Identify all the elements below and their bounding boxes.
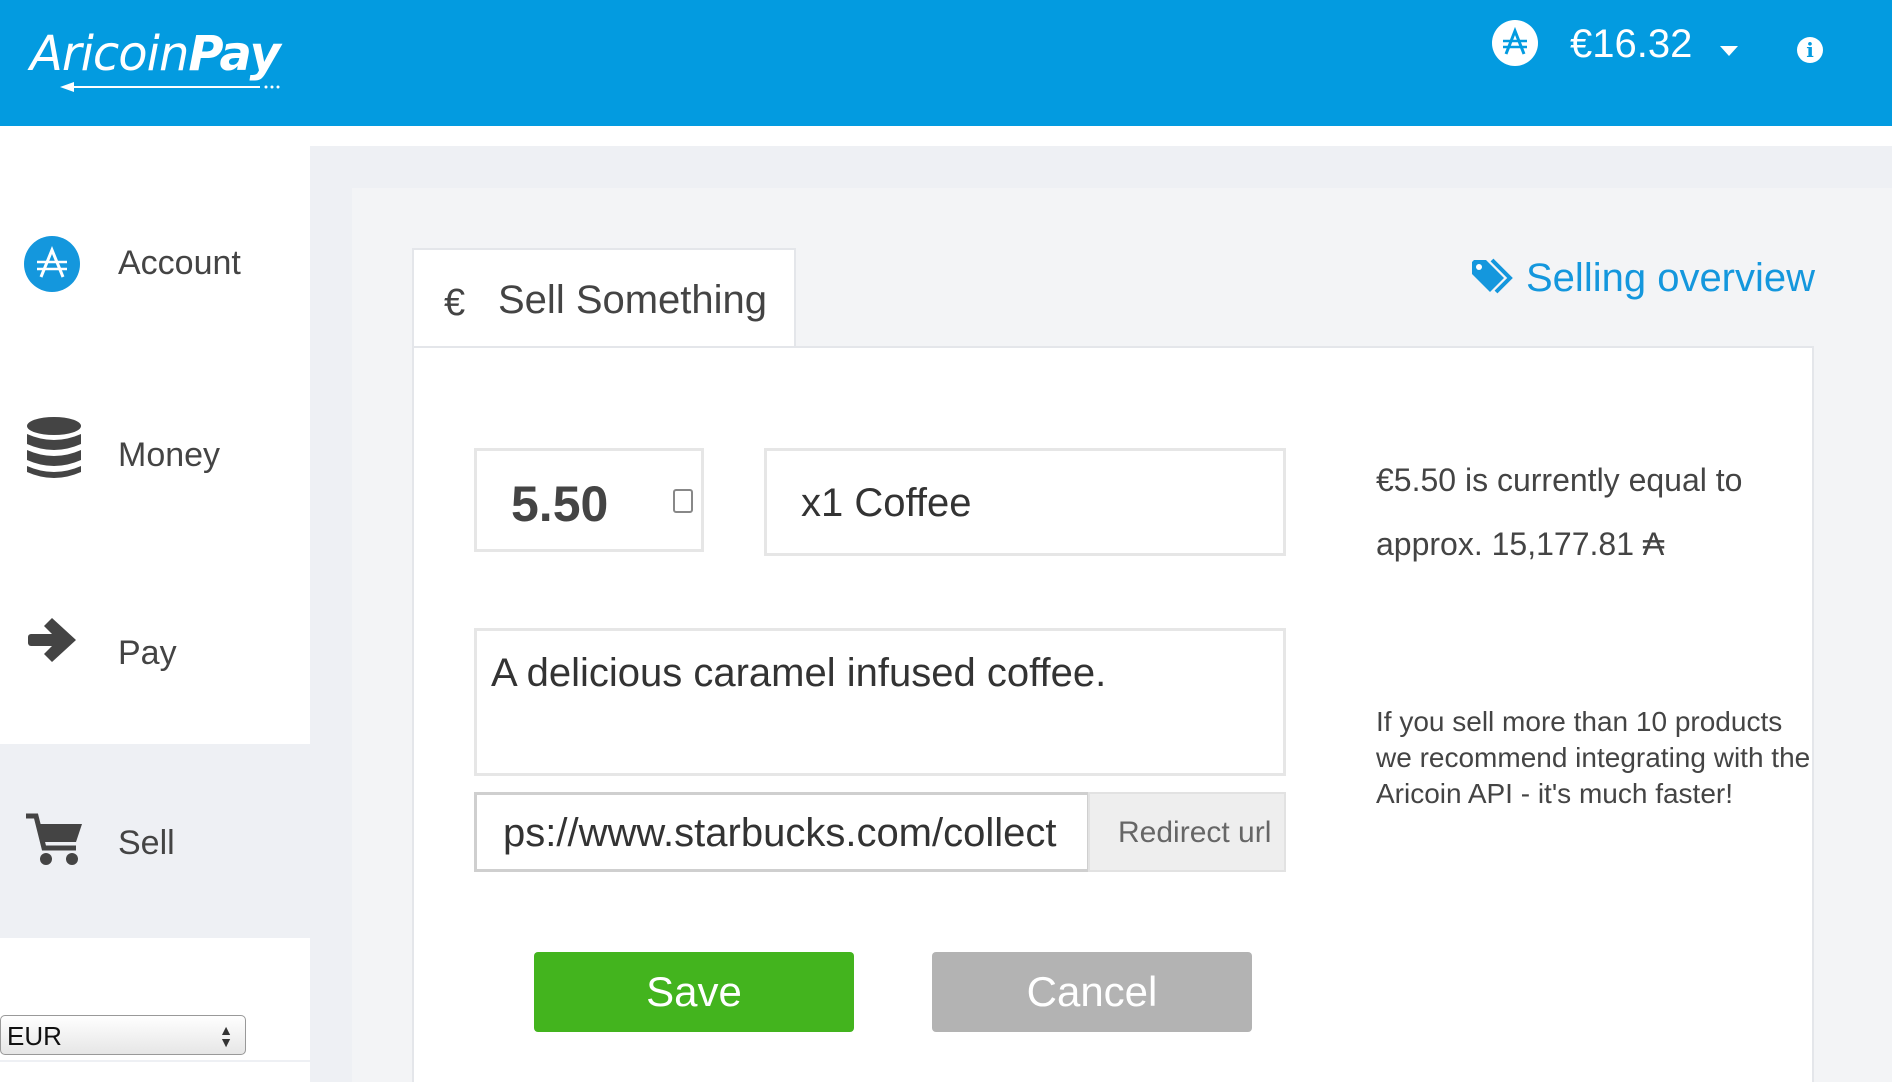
aricoin-icon	[1492, 20, 1538, 66]
coins-stack-icon	[27, 417, 81, 478]
shopping-cart-icon	[26, 813, 82, 865]
sidebar-item-money[interactable]: Money	[0, 360, 310, 554]
api-hint-text: If you sell more than 10 products we rec…	[1376, 706, 1811, 809]
redirect-url-addon: Redirect url	[1088, 792, 1286, 872]
description-textarea[interactable]: A delicious caramel infused coffee.	[474, 628, 1286, 776]
sidebar-item-label: Money	[118, 436, 221, 474]
product-name-input[interactable]: x1 Coffee	[764, 448, 1286, 556]
arrow-right-icon	[28, 618, 76, 662]
redirect-url-value: ps://www.starbucks.com/collect	[503, 811, 1057, 855]
chevron-down-icon[interactable]	[1720, 46, 1738, 56]
select-arrows-icon: ▲ ▼	[219, 1022, 233, 1050]
logo-text-bold: Pay	[188, 26, 280, 82]
info-icon[interactable]: i	[1797, 37, 1823, 63]
divider	[0, 1060, 310, 1062]
sidebar-item-pay[interactable]: Pay	[0, 552, 310, 746]
logo-swoosh-icon	[60, 82, 280, 92]
logo-text-light: Aricoin	[30, 26, 189, 82]
sidebar-item-sell[interactable]: Sell	[0, 744, 310, 938]
sidebar-item-label: Sell	[118, 824, 175, 862]
top-bar: AricoinPay €16.32 i	[0, 0, 1892, 126]
product-name-value: x1 Coffee	[801, 481, 972, 525]
currency-select[interactable]: EUR ▲ ▼	[0, 1015, 246, 1055]
euro-icon: €	[444, 282, 466, 324]
redirect-url-label: Redirect url	[1118, 816, 1272, 849]
balance-display[interactable]: €16.32	[1570, 22, 1692, 67]
price-input[interactable]: 5.50	[474, 448, 704, 552]
sidebar-item-label: Pay	[118, 634, 177, 672]
aricoin-icon	[24, 236, 80, 292]
tab-label: Sell Something	[498, 278, 768, 322]
sidebar-item-label: Account	[118, 244, 241, 282]
cancel-button[interactable]: Cancel	[932, 952, 1252, 1032]
price-value: 5.50	[511, 476, 609, 532]
save-button[interactable]: Save	[534, 952, 854, 1032]
conversion-amount: approx. 15,177.81 ₳	[1376, 526, 1665, 562]
sidebar-item-account[interactable]: Account	[0, 168, 310, 362]
conversion-text: €5.50 is currently equal to	[1376, 462, 1743, 498]
selling-overview-label: Selling overview	[1526, 256, 1816, 300]
tags-icon	[1472, 258, 1513, 294]
currency-select-value: EUR	[7, 1021, 62, 1051]
tab-sell-something[interactable]: € Sell Something	[412, 248, 796, 348]
description-value: A delicious caramel infused coffee.	[491, 651, 1107, 695]
redirect-url-input[interactable]: ps://www.starbucks.com/collect	[474, 792, 1090, 872]
stepper-icon[interactable]	[673, 489, 693, 513]
aricoinpay-logo[interactable]: AricoinPay	[30, 26, 281, 96]
